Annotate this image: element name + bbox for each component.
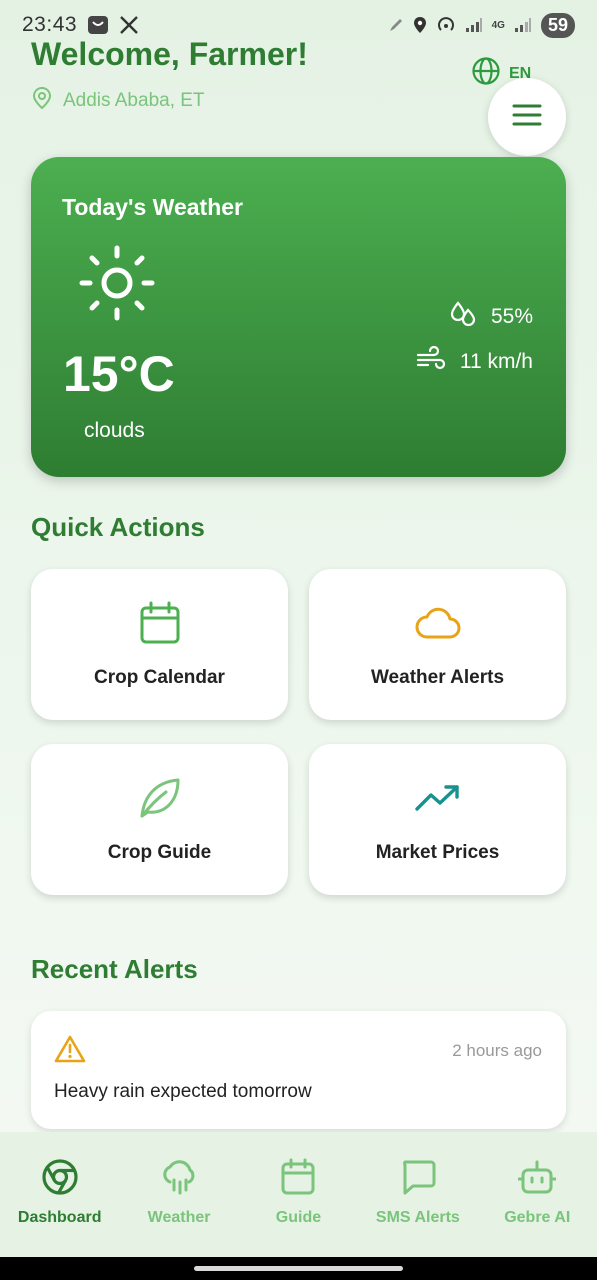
leaf-icon	[138, 776, 182, 820]
weather-title: Today's Weather	[62, 194, 244, 220]
location-label: Addis Ababa, ET	[31, 86, 205, 116]
calendar-icon	[139, 601, 181, 645]
nav-guide-label: Guide	[275, 1209, 322, 1226]
menu-button[interactable]	[488, 78, 566, 156]
bottom-navigation: Dashboard Weather Guide SMS Alerts Gebre…	[0, 1132, 597, 1257]
recent-alerts-title: Recent Alerts	[31, 954, 198, 984]
wind-value: 11 km/h	[459, 350, 533, 373]
dashboard-icon	[41, 1158, 79, 1201]
wind-stat: 11 km/h	[416, 345, 533, 378]
location-pin-icon	[413, 16, 427, 34]
weather-condition: clouds	[84, 419, 145, 442]
nav-gebre-ai[interactable]: Gebre AI	[478, 1132, 597, 1227]
crop-guide-card[interactable]: Crop Guide	[31, 744, 288, 895]
globe-icon	[471, 56, 501, 91]
weather-card[interactable]: Today's Weather 15°C clouds 55% 11 km/h	[31, 157, 566, 477]
humidity-stat: 55%	[449, 300, 533, 334]
page-title: Welcome, Farmer!	[31, 36, 308, 72]
message-icon	[399, 1158, 437, 1201]
droplets-icon	[449, 300, 477, 334]
notification-bag-icon	[87, 15, 109, 35]
wind-icon	[416, 345, 446, 378]
market-prices-label: Market Prices	[375, 842, 500, 863]
nav-dashboard-label: Dashboard	[17, 1209, 102, 1226]
nav-weather-label: Weather	[147, 1209, 211, 1226]
status-right: 4G 59	[388, 12, 575, 38]
humidity-value: 55%	[490, 305, 533, 328]
pen-icon	[388, 17, 404, 33]
hotspot-icon	[436, 16, 456, 34]
signal-2-icon	[514, 17, 532, 33]
network-type: 4G	[491, 19, 505, 31]
nav-gebre-ai-label: Gebre AI	[504, 1209, 571, 1226]
alert-item[interactable]: 2 hours ago Heavy rain expected tomorrow	[31, 1011, 566, 1129]
sun-icon	[79, 245, 155, 326]
signal-icon	[465, 17, 483, 33]
market-prices-card[interactable]: Market Prices	[309, 744, 566, 895]
system-navigation-bar	[0, 1257, 597, 1280]
status-left: 23:43	[22, 13, 139, 37]
home-indicator[interactable]	[194, 1266, 403, 1271]
weather-alerts-card[interactable]: Weather Alerts	[309, 569, 566, 720]
hamburger-menu-icon	[512, 103, 542, 132]
status-time: 23:43	[22, 13, 78, 36]
nav-guide[interactable]: Guide	[239, 1132, 358, 1227]
cloud-icon	[415, 601, 461, 645]
crop-calendar-card[interactable]: Crop Calendar	[31, 569, 288, 720]
crop-guide-label: Crop Guide	[107, 842, 212, 863]
nav-sms-alerts[interactable]: SMS Alerts	[358, 1132, 477, 1227]
rain-cloud-icon	[160, 1158, 198, 1201]
trending-up-icon	[414, 776, 461, 820]
robot-icon	[517, 1158, 557, 1201]
crop-calendar-label: Crop Calendar	[94, 667, 225, 688]
temperature: 15°C	[63, 346, 175, 402]
x-app-icon	[119, 15, 139, 35]
location-text: Addis Ababa, ET	[63, 90, 205, 111]
warning-triangle-icon	[54, 1035, 86, 1068]
alert-message: Heavy rain expected tomorrow	[54, 1081, 312, 1102]
weather-alerts-label: Weather Alerts	[370, 667, 505, 688]
location-pin-icon	[31, 86, 53, 116]
quick-actions-title: Quick Actions	[31, 512, 205, 542]
alert-time: 2 hours ago	[452, 1041, 542, 1060]
nav-weather[interactable]: Weather	[120, 1132, 239, 1227]
nav-sms-alerts-label: SMS Alerts	[375, 1209, 460, 1226]
nav-dashboard[interactable]: Dashboard	[0, 1132, 119, 1227]
calendar-icon	[279, 1158, 317, 1201]
battery-indicator: 59	[540, 12, 575, 38]
